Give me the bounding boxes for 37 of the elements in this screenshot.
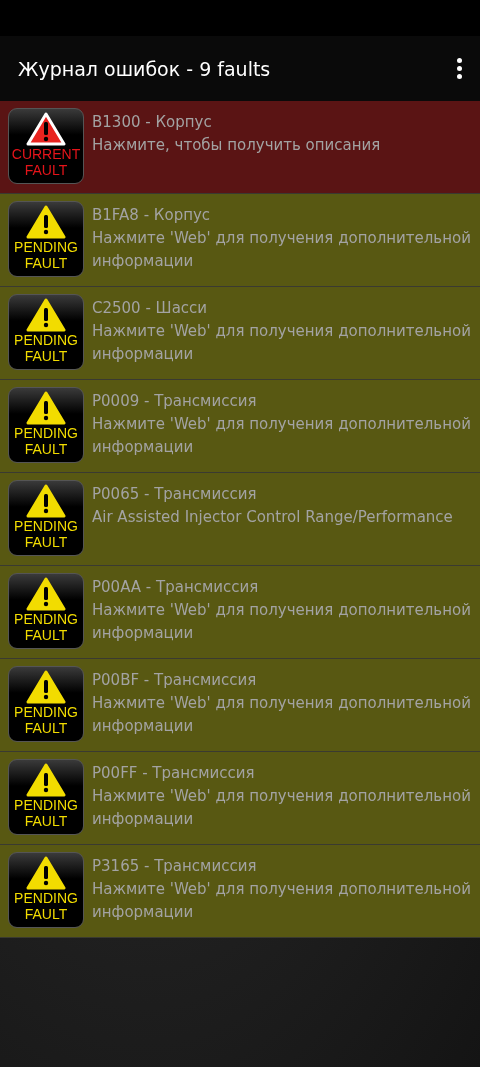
- fault-row[interactable]: PENDING FAULT P3165 - Трансмиссия Нажмите 'Web' для получения дополнительной информации: [0, 845, 480, 938]
- fault-code: P0009 - Трансмиссия: [92, 391, 258, 412]
- fault-description: Нажмите 'Web' для получения дополнительной информации: [92, 786, 472, 830]
- screen-title: Журнал ошибок - 9 faults: [18, 57, 271, 80]
- fault-description: Нажмите 'Web' для получения дополнительной информации: [92, 600, 472, 644]
- fault-row[interactable]: PENDING FAULT P0065 - Трансмиссия Air Assisted Injector Control Range/Performance: [0, 473, 480, 566]
- fault-status-icon: PENDING FAULT: [8, 201, 84, 277]
- fault-code: P00AA - Трансмиссия: [92, 577, 260, 598]
- fault-status-icon: PENDING FAULT: [8, 573, 84, 649]
- fault-row[interactable]: PENDING FAULT P00BF - Трансмиссия Нажмите 'Web' для получения дополнительной информации: [0, 659, 480, 752]
- fault-row[interactable]: PENDING FAULT C2500 - Шасси Нажмите 'Web' для получения дополнительной информации: [0, 287, 480, 380]
- fault-status-icon: PENDING FAULT: [8, 480, 84, 556]
- fault-status-icon: PENDING FAULT: [8, 387, 84, 463]
- fault-status-icon: PENDING FAULT: [8, 294, 84, 370]
- fault-status-icon: PENDING FAULT: [8, 666, 84, 742]
- fault-description: Нажмите 'Web' для получения дополнительной информации: [92, 228, 472, 272]
- fault-row[interactable]: PENDING FAULT P00FF - Трансмиссия Нажмите 'Web' для получения дополнительной информации: [0, 752, 480, 845]
- fault-row[interactable]: PENDING FAULT P00AA - Трансмиссия Нажмите 'Web' для получения дополнительной информации: [0, 566, 480, 659]
- fault-status-icon: PENDING FAULT: [8, 852, 84, 928]
- fault-code: C2500 - Шасси: [92, 298, 209, 319]
- fault-status-icon: CURRENT FAULT: [8, 108, 84, 184]
- fault-code: P3165 - Трансмиссия: [92, 856, 258, 877]
- fault-code: P00FF - Трансмиссия: [92, 763, 256, 784]
- fault-description: Нажмите, чтобы получить описания: [92, 135, 381, 156]
- fault-code: B1300 - Корпус: [92, 112, 213, 133]
- fault-description: Нажмите 'Web' для получения дополнительной информации: [92, 693, 472, 737]
- fault-code: P00BF - Трансмиссия: [92, 670, 258, 691]
- fault-row[interactable]: PENDING FAULT B1FA8 - Корпус Нажмите 'Web' для получения дополнительной информации: [0, 194, 480, 287]
- fault-description: Air Assisted Injector Control Range/Performance: [92, 507, 453, 528]
- fault-status-icon: PENDING FAULT: [8, 759, 84, 835]
- fault-row[interactable]: CURRENT FAULT B1300 - Корпус Нажмите, чтобы получить описания: [0, 101, 480, 194]
- fault-description: Нажмите 'Web' для получения дополнительной информации: [92, 414, 472, 458]
- fault-row[interactable]: PENDING FAULT P0009 - Трансмиссия Нажмите 'Web' для получения дополнительной информации: [0, 380, 480, 473]
- fault-code: P0065 - Трансмиссия: [92, 484, 258, 505]
- fault-code: B1FA8 - Корпус: [92, 205, 212, 226]
- fault-description: Нажмите 'Web' для получения дополнительной информации: [92, 879, 472, 923]
- fault-description: Нажмите 'Web' для получения дополнительной информации: [92, 321, 472, 365]
